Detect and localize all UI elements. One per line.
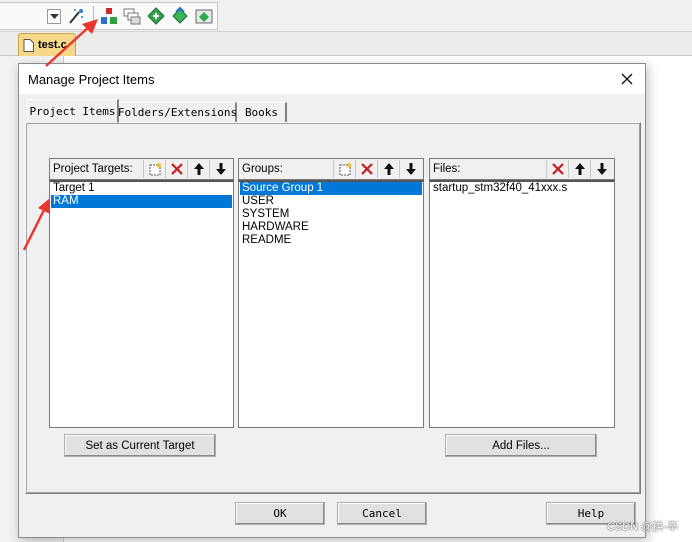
options-wand-button[interactable] [67,7,85,25]
targets-header: Project Targets: [49,158,234,180]
new-item-icon [339,162,352,176]
move-file-down-button[interactable] [590,160,612,178]
toolbar-separator [93,6,94,27]
tab-project-items[interactable]: Project Items [27,99,119,123]
delete-target-button[interactable] [165,160,187,178]
delete-file-button[interactable] [546,160,568,178]
tab-label: Project Items [29,104,116,118]
editor-tab-bar [0,32,692,56]
list-item-startup-file[interactable]: startup_stm32f40_41xxx.s [431,182,613,195]
groups-header: Groups: [238,158,424,180]
tab-folders-extensions[interactable]: Folders/Extensions [117,102,238,122]
move-group-up-button[interactable] [377,160,399,178]
arrow-up-icon [574,163,585,175]
move-file-up-button[interactable] [568,160,590,178]
dialog-title: Manage Project Items [28,71,155,87]
chevron-down-icon [49,13,59,19]
tab-label: Folders/Extensions [117,106,238,119]
editor-tab-label: test.c [38,39,67,51]
manage-rte-button[interactable] [171,7,189,25]
select-packs-button[interactable] [123,7,141,25]
manage-project-items-dialog: Manage Project Items Project Items Folde… [18,63,646,538]
new-target-button[interactable] [143,160,165,178]
software-packs-button[interactable] [195,7,213,25]
new-group-button[interactable] [333,160,355,178]
list-item-system[interactable]: SYSTEM [240,208,422,221]
groups-list[interactable]: Source Group 1 USER SYSTEM HARDWARE READ… [238,180,424,428]
watermark: CSDN @拱-卒 [606,521,678,533]
delete-group-button[interactable] [355,160,377,178]
set-as-current-target-button[interactable]: Set as Current Target [64,434,216,457]
ok-button[interactable]: OK [235,502,325,525]
dialog-titlebar[interactable]: Manage Project Items [19,64,645,94]
targets-header-label: Project Targets: [53,163,133,175]
files-header: Files: [429,158,615,180]
close-button[interactable] [617,69,637,89]
files-list[interactable]: startup_stm32f40_41xxx.s [429,180,615,428]
arrow-down-icon [405,163,416,175]
delete-x-icon [170,163,183,175]
move-group-down-button[interactable] [399,160,421,178]
stacked-windows-icon [123,8,141,25]
list-item-target-1[interactable]: Target 1 [51,182,232,195]
arrow-up-icon [193,163,204,175]
new-item-icon [149,162,162,176]
targets-list[interactable]: Target 1 RAM [49,180,234,428]
manage-project-items-button[interactable] [100,7,118,25]
magic-wand-icon [69,9,83,24]
tab-label: Books [244,106,279,119]
list-item-ram[interactable]: RAM [51,195,232,208]
list-item-source-group-1[interactable]: Source Group 1 [240,182,422,195]
files-header-label: Files: [433,163,461,175]
pack-installer-button[interactable] [147,7,165,25]
add-files-button[interactable]: Add Files... [445,434,597,457]
arrow-down-icon [596,163,607,175]
move-target-up-button[interactable] [187,160,209,178]
editor-tab-test-c[interactable]: test.c [18,33,76,56]
list-item-readme[interactable]: README [240,234,422,247]
list-item-user[interactable]: USER [240,195,422,208]
delete-x-icon [360,163,373,175]
green-diamond-icon [147,7,165,25]
pack-box-icon [195,9,213,24]
cancel-button[interactable]: Cancel [337,502,427,525]
tab-books[interactable]: Books [237,102,287,122]
move-target-down-button[interactable] [209,160,231,178]
list-item-hardware[interactable]: HARDWARE [240,221,422,234]
target-dropdown[interactable] [47,9,61,24]
arrow-down-icon [215,163,226,175]
close-icon [621,73,633,85]
groups-header-label: Groups: [242,163,283,175]
diamond-arrow-icon [172,7,188,24]
arrow-up-icon [383,163,394,175]
ide-toolbar [0,0,692,32]
delete-x-icon [551,163,564,175]
manage-project-icon [101,8,117,24]
file-icon [23,38,34,52]
